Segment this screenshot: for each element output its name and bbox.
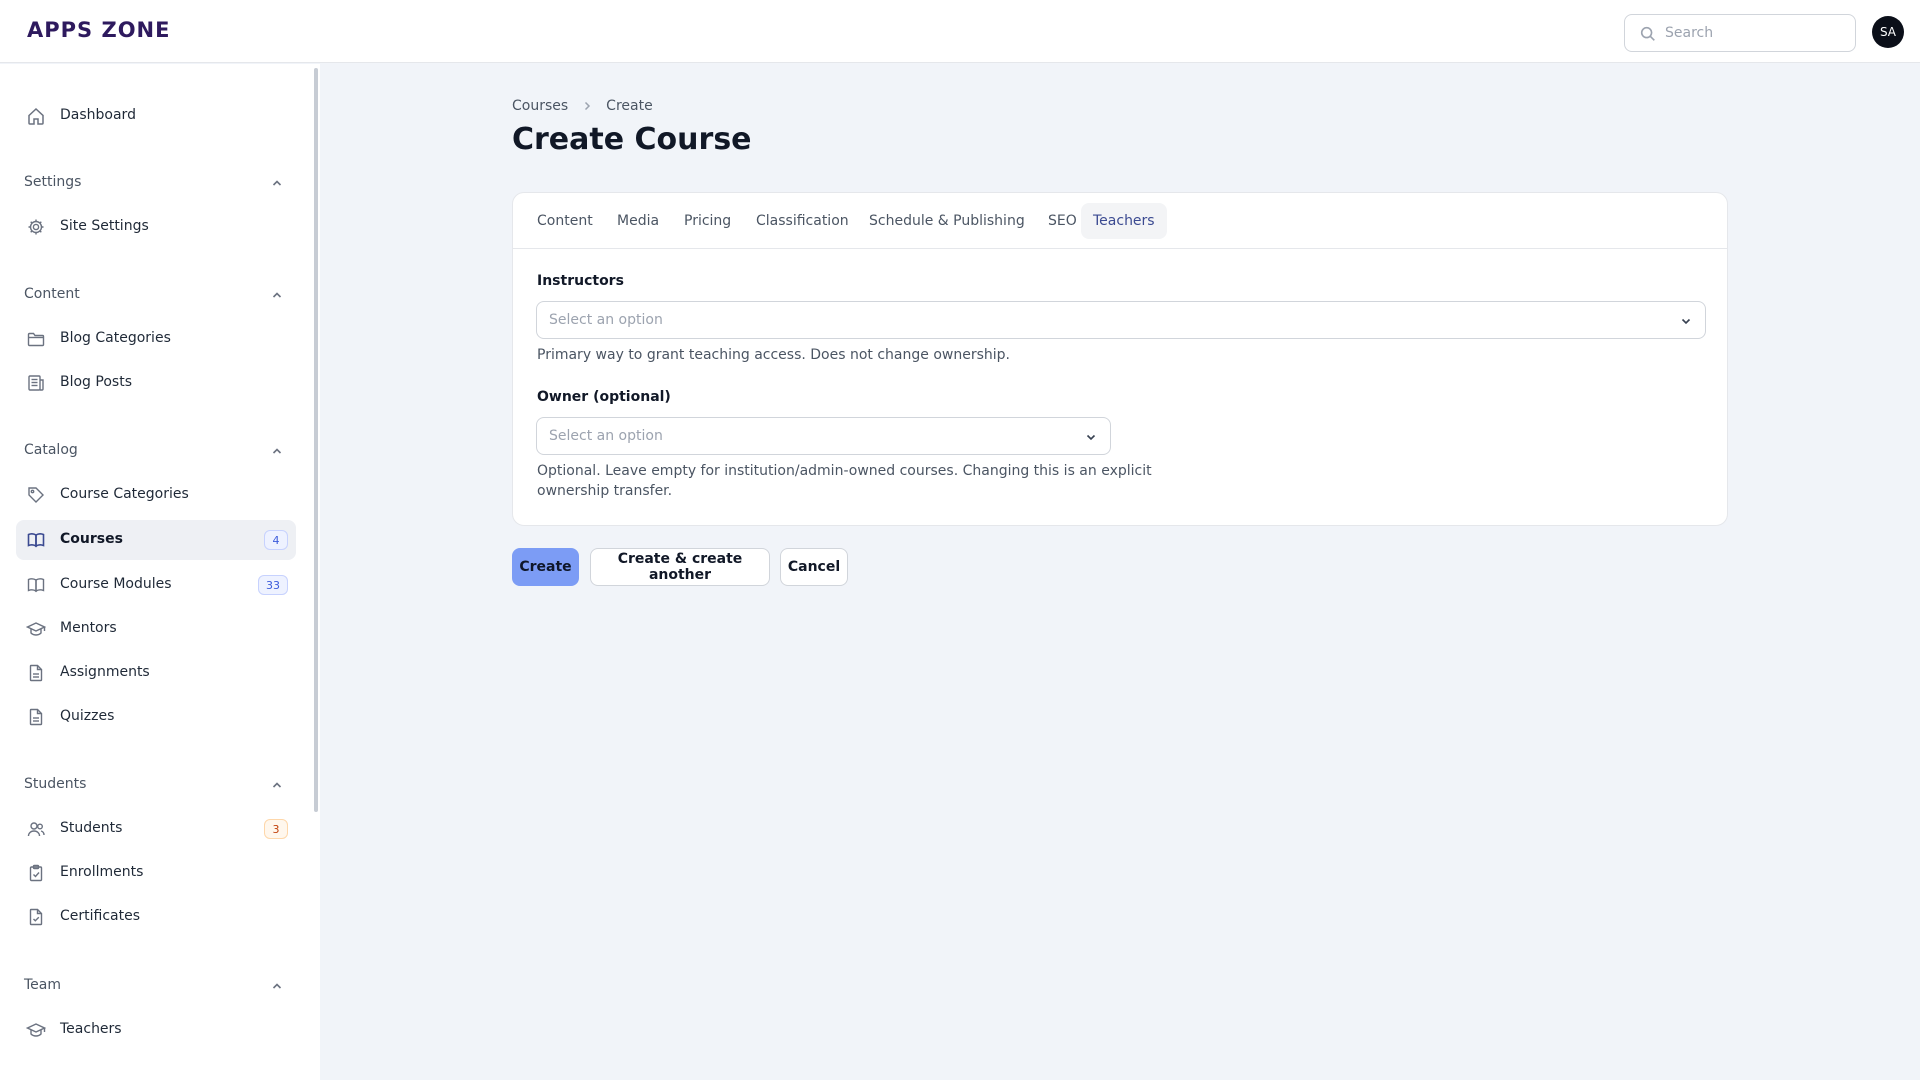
create-button[interactable]: Create <box>512 548 579 586</box>
chevron-up-icon[interactable] <box>270 778 284 792</box>
clipboard-icon <box>29 864 43 882</box>
global-search[interactable] <box>1624 14 1856 52</box>
group-label-catalog[interactable]: Catalog <box>24 442 78 458</box>
document-icon <box>29 708 43 726</box>
count-badge: 3 <box>264 819 288 839</box>
tab-media[interactable]: Media <box>605 203 671 239</box>
sidebar-item-students[interactable]: Students 3 <box>16 809 296 849</box>
owner-hint-line-2: ownership transfer. <box>537 483 673 499</box>
cancel-button[interactable]: Cancel <box>780 548 848 586</box>
chevron-down-icon <box>1681 318 1691 325</box>
tab-classification[interactable]: Classification <box>744 203 861 239</box>
sidebar-item-course-modules[interactable]: Course Modules 33 <box>16 565 296 605</box>
sidebar-item-blog-posts[interactable]: Blog Posts <box>16 363 296 403</box>
tag-icon <box>28 487 44 503</box>
folder-icon <box>27 332 45 347</box>
breadcrumb: Courses Create <box>512 96 653 116</box>
group-label-settings[interactable]: Settings <box>24 174 81 190</box>
sidebar-item-label: Blog Posts <box>60 374 132 390</box>
top-bar: APPS ZONE SA <box>0 0 1920 63</box>
document-check-icon <box>29 908 43 926</box>
graduation-cap-icon <box>26 1023 46 1037</box>
tab-content[interactable]: Content <box>525 203 605 239</box>
sidebar-item-certificates[interactable]: Certificates <box>16 897 296 937</box>
book-open-icon <box>27 533 45 548</box>
tab-teachers[interactable]: Teachers <box>1081 203 1167 239</box>
group-label-content[interactable]: Content <box>24 286 80 302</box>
sidebar-item-teachers[interactable]: Teachers <box>16 1010 296 1050</box>
book-open-icon <box>27 578 45 593</box>
sidebar-item-label: Assignments <box>60 664 150 680</box>
sidebar-item-mentors[interactable]: Mentors <box>16 609 296 649</box>
tab-pricing[interactable]: Pricing <box>672 203 743 239</box>
owner-select[interactable]: Select an option <box>536 417 1111 455</box>
instructors-hint: Primary way to grant teaching access. Do… <box>537 347 1010 363</box>
chevron-right-icon <box>585 101 591 111</box>
sidebar-item-label: Mentors <box>60 620 117 636</box>
sidebar-scrollbar[interactable] <box>314 68 318 812</box>
sidebar-item-label: Students <box>60 820 123 836</box>
newspaper-icon <box>28 375 44 391</box>
sidebar-item-assignments[interactable]: Assignments <box>16 653 296 693</box>
group-label-students[interactable]: Students <box>24 776 86 792</box>
sidebar-item-label: Teachers <box>60 1021 122 1037</box>
breadcrumb-current: Create <box>606 98 653 114</box>
instructors-select[interactable]: Select an option <box>536 301 1706 339</box>
graduation-cap-icon <box>26 622 46 636</box>
tab-schedule-publishing[interactable]: Schedule & Publishing <box>857 203 1037 239</box>
sidebar-item-quizzes[interactable]: Quizzes <box>16 697 296 737</box>
users-icon <box>27 822 45 837</box>
home-icon <box>28 107 44 125</box>
search-input[interactable] <box>1665 15 1851 51</box>
search-icon <box>1640 26 1655 41</box>
sidebar: Dashboard Settings Site Settings Content… <box>0 64 320 1080</box>
sidebar-item-label: Certificates <box>60 908 141 924</box>
owner-placeholder: Select an option <box>549 428 663 444</box>
app-logo[interactable]: APPS ZONE <box>27 18 170 42</box>
chevron-up-icon[interactable] <box>270 288 284 302</box>
page-title: Create Course <box>512 122 752 157</box>
instructors-placeholder: Select an option <box>549 312 663 328</box>
create-another-button[interactable]: Create & create another <box>590 548 770 586</box>
chevron-up-icon[interactable] <box>270 444 284 458</box>
sidebar-item-label: Site Settings <box>60 218 149 234</box>
count-badge: 4 <box>264 530 288 550</box>
gear-icon <box>28 219 44 235</box>
document-icon <box>29 664 43 682</box>
count-badge: 33 <box>258 575 288 595</box>
breadcrumb-link-courses[interactable]: Courses <box>512 98 568 114</box>
sidebar-item-blog-categories[interactable]: Blog Categories <box>16 319 296 359</box>
chevron-up-icon[interactable] <box>270 979 284 993</box>
group-label-team[interactable]: Team <box>24 977 61 993</box>
sidebar-item-label: Course Categories <box>60 486 189 502</box>
sidebar-item-label: Enrollments <box>60 864 144 880</box>
chevron-up-icon[interactable] <box>270 176 284 190</box>
chevron-down-icon <box>1086 434 1096 441</box>
tab-bar: Content Media Pricing Classification Sch… <box>513 193 1727 249</box>
sidebar-item-label: Dashboard <box>60 107 136 123</box>
sidebar-item-courses[interactable]: Courses 4 <box>16 520 296 560</box>
sidebar-item-label: Blog Categories <box>60 330 171 346</box>
sidebar-item-label: Courses <box>60 531 123 547</box>
owner-label: Owner (optional) <box>537 389 671 405</box>
sidebar-item-label: Course Modules <box>60 576 172 592</box>
form-card: Content Media Pricing Classification Sch… <box>512 192 1728 526</box>
owner-hint-line-1: Optional. Leave empty for institution/ad… <box>537 463 1152 479</box>
sidebar-item-label: Quizzes <box>60 708 115 724</box>
user-avatar[interactable]: SA <box>1872 16 1904 48</box>
sidebar-item-dashboard[interactable]: Dashboard <box>16 96 296 136</box>
instructors-label: Instructors <box>537 273 624 289</box>
sidebar-item-enrollments[interactable]: Enrollments <box>16 853 296 893</box>
sidebar-item-course-categories[interactable]: Course Categories <box>16 475 296 515</box>
sidebar-item-site-settings[interactable]: Site Settings <box>16 207 296 247</box>
